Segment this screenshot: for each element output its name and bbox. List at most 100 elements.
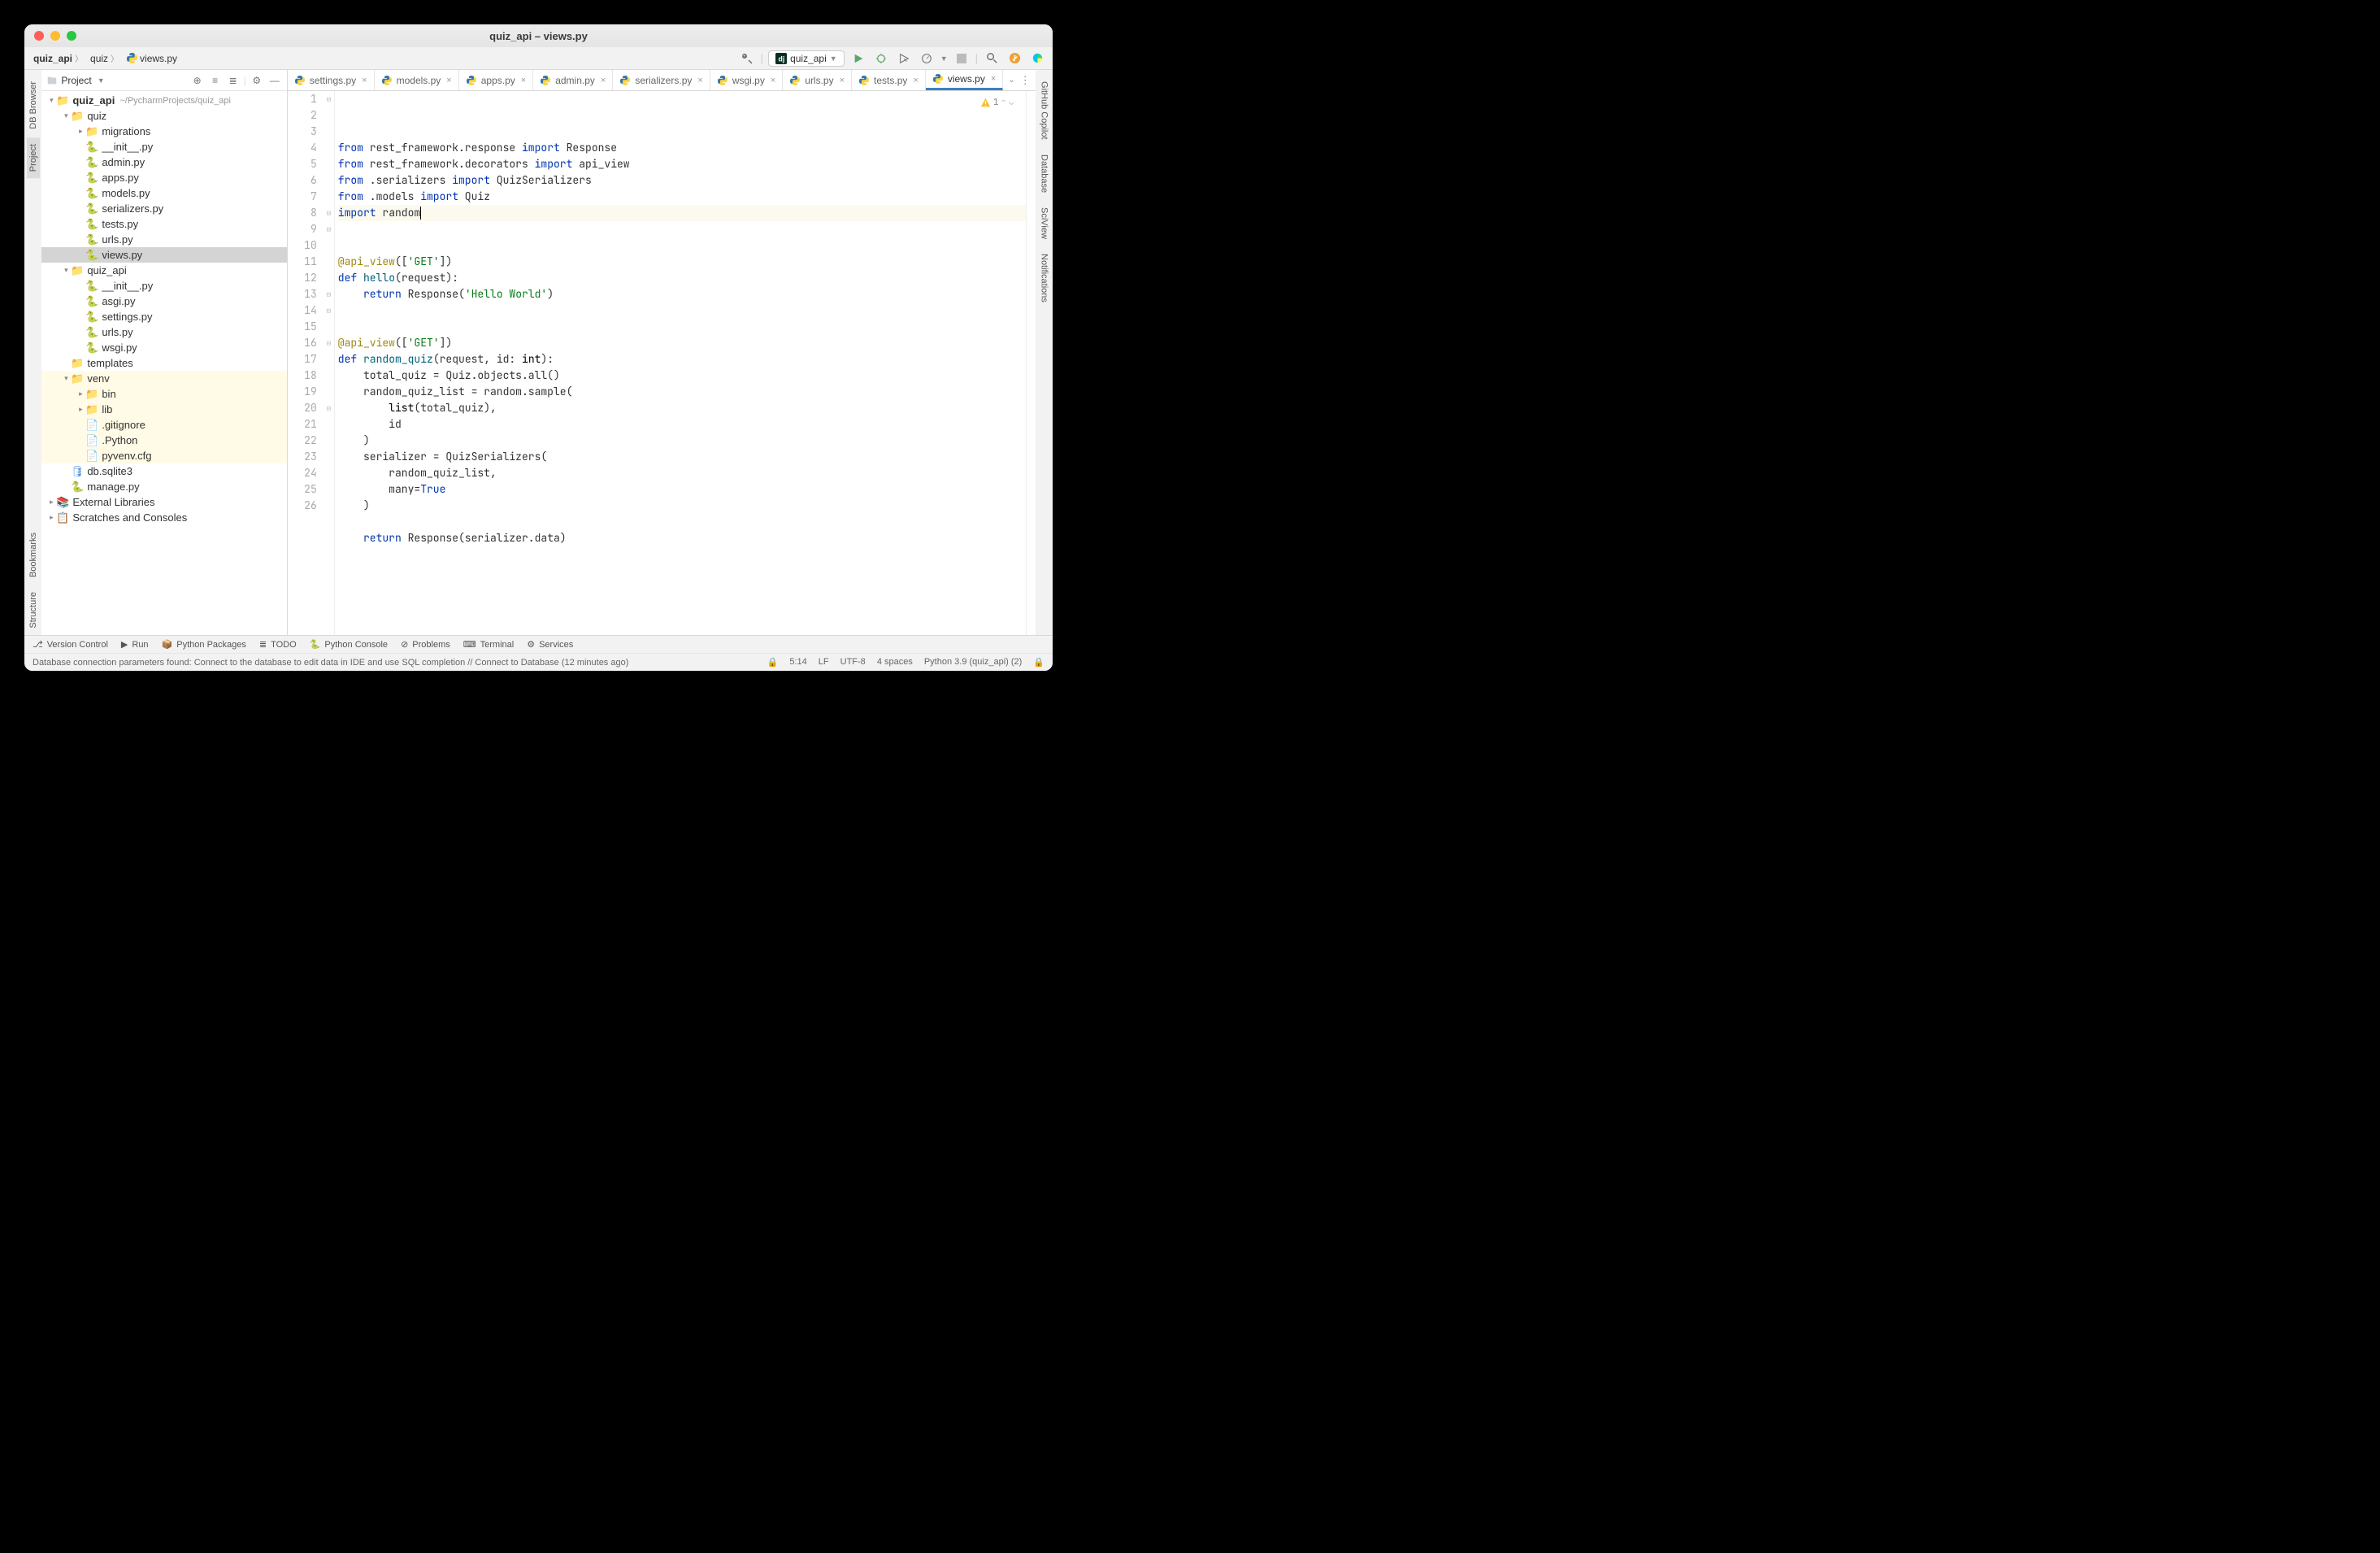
close-tab-icon[interactable]: × bbox=[697, 76, 702, 85]
tool-db-browser[interactable]: DB Browser bbox=[27, 75, 40, 136]
project-tree[interactable]: ▾📁quiz_api~/PycharmProjects/quiz_api ▾📁q… bbox=[41, 91, 286, 635]
code-line[interactable]: random_quiz_list, bbox=[338, 465, 1026, 481]
bottom-tool-services[interactable]: ⚙Services bbox=[527, 639, 573, 650]
editor-tab[interactable]: admin.py× bbox=[533, 70, 613, 90]
tree-root[interactable]: ▾📁quiz_api~/PycharmProjects/quiz_api bbox=[41, 93, 286, 108]
tool-sciview[interactable]: SciView bbox=[1037, 201, 1050, 246]
editor-tab[interactable]: wsgi.py× bbox=[710, 70, 783, 90]
tree-file[interactable]: 🐍__init__.py bbox=[41, 139, 286, 154]
tab-options-icon[interactable]: ⋮ bbox=[1020, 74, 1031, 87]
tree-file[interactable]: 📄.Python bbox=[41, 433, 286, 448]
settings-icon[interactable]: ⚙ bbox=[250, 73, 264, 88]
editor-tab[interactable]: tests.py× bbox=[852, 70, 926, 90]
code-line[interactable]: random_quiz_list = random.sample( bbox=[338, 384, 1026, 400]
close-tab-icon[interactable]: × bbox=[991, 74, 996, 84]
code-line[interactable]: from .serializers import QuizSerializers bbox=[338, 172, 1026, 189]
profile-button[interactable] bbox=[918, 50, 936, 67]
tree-file[interactable]: 🐍apps.py bbox=[41, 170, 286, 185]
tool-structure[interactable]: Structure bbox=[27, 585, 40, 635]
status-indent[interactable]: 4 spaces bbox=[877, 657, 913, 668]
editor-tab[interactable]: serializers.py× bbox=[613, 70, 710, 90]
code-body[interactable]: 1 ⌃ ⌄ from rest_framework.response impor… bbox=[335, 91, 1026, 635]
close-tab-icon[interactable]: × bbox=[521, 76, 526, 85]
code-line[interactable] bbox=[338, 221, 1026, 237]
tool-bookmarks[interactable]: Bookmarks bbox=[27, 526, 40, 584]
run-button[interactable] bbox=[849, 50, 867, 67]
search-everywhere-button[interactable] bbox=[983, 50, 1001, 67]
breadcrumb-folder[interactable]: quiz〉 bbox=[88, 50, 121, 66]
code-line[interactable] bbox=[338, 546, 1026, 563]
window-close-button[interactable] bbox=[34, 31, 44, 41]
editor-tab[interactable]: urls.py× bbox=[783, 70, 852, 90]
add-config-icon[interactable]: + bbox=[738, 50, 756, 67]
close-tab-icon[interactable]: × bbox=[446, 76, 451, 85]
fold-gutter[interactable]: ⊟⊟⊟⊟⊟⊟⊟ bbox=[324, 91, 335, 635]
editor-tab[interactable]: views.py× bbox=[926, 70, 1003, 90]
tree-file-views[interactable]: 🐍views.py bbox=[41, 247, 286, 263]
code-line[interactable] bbox=[338, 319, 1026, 335]
status-lock-icon[interactable]: 🔒 bbox=[1033, 657, 1045, 668]
tree-dir-migrations[interactable]: ▸📁migrations bbox=[41, 124, 286, 139]
code-line[interactable]: list(total_quiz), bbox=[338, 400, 1026, 416]
tree-file[interactable]: 🐍serializers.py bbox=[41, 201, 286, 216]
status-line-sep[interactable]: LF bbox=[819, 657, 829, 668]
editor-tab[interactable]: apps.py× bbox=[459, 70, 533, 90]
breadcrumb-file[interactable]: views.py bbox=[124, 51, 180, 66]
status-interpreter[interactable]: Python 3.9 (quiz_api) (2) bbox=[924, 657, 1022, 668]
bottom-tool-run[interactable]: ▶Run bbox=[121, 639, 149, 650]
inspection-badge[interactable]: 1 ⌃ ⌄ bbox=[980, 94, 1014, 111]
code-line[interactable] bbox=[338, 237, 1026, 254]
tree-file[interactable]: 📄pyvenv.cfg bbox=[41, 448, 286, 463]
tree-scratches[interactable]: ▸📋Scratches and Consoles bbox=[41, 510, 286, 525]
tree-dir-venv[interactable]: ▾📁venv bbox=[41, 371, 286, 386]
code-line[interactable]: from .models import Quiz bbox=[338, 189, 1026, 205]
code-line[interactable] bbox=[338, 514, 1026, 530]
expand-all-icon[interactable]: ≡ bbox=[208, 73, 223, 88]
close-tab-icon[interactable]: × bbox=[840, 76, 845, 85]
locate-file-icon[interactable]: ⊕ bbox=[190, 73, 205, 88]
code-line[interactable]: ) bbox=[338, 498, 1026, 514]
tree-file[interactable]: 📄.gitignore bbox=[41, 417, 286, 433]
tool-copilot[interactable]: GitHub Copilot bbox=[1037, 75, 1050, 146]
bottom-tool-version-control[interactable]: ⎇Version Control bbox=[33, 639, 108, 650]
coverage-button[interactable] bbox=[895, 50, 913, 67]
code-line[interactable]: def random_quiz(request, id: int): bbox=[338, 351, 1026, 368]
code-line[interactable]: many=True bbox=[338, 481, 1026, 498]
tree-dir-templates[interactable]: 📁templates bbox=[41, 355, 286, 371]
updates-button[interactable] bbox=[1005, 50, 1023, 67]
code-line[interactable]: serializer = QuizSerializers( bbox=[338, 449, 1026, 465]
tool-project[interactable]: Project bbox=[27, 137, 40, 178]
close-tab-icon[interactable]: × bbox=[771, 76, 775, 85]
code-line[interactable]: return Response(serializer.data) bbox=[338, 530, 1026, 546]
editor-tab[interactable]: models.py× bbox=[375, 70, 459, 90]
error-stripe[interactable] bbox=[1026, 91, 1036, 635]
status-caret-pos[interactable]: 5:14 bbox=[789, 657, 806, 668]
window-minimize-button[interactable] bbox=[50, 31, 60, 41]
close-tab-icon[interactable]: × bbox=[362, 76, 367, 85]
tool-notifications[interactable]: Notifications bbox=[1037, 247, 1050, 309]
bottom-tool-problems[interactable]: ⊘Problems bbox=[401, 639, 450, 650]
stop-button[interactable] bbox=[953, 50, 971, 67]
tree-file[interactable]: 🐍models.py bbox=[41, 185, 286, 201]
editor-tab[interactable]: settings.py× bbox=[288, 70, 375, 90]
window-maximize-button[interactable] bbox=[67, 31, 76, 41]
code-line[interactable]: ) bbox=[338, 433, 1026, 449]
tree-file[interactable]: 🐍tests.py bbox=[41, 216, 286, 232]
ide-features-icon[interactable] bbox=[1028, 50, 1046, 67]
tree-dir-quiz[interactable]: ▾📁quiz bbox=[41, 108, 286, 124]
hide-panel-icon[interactable]: — bbox=[267, 73, 282, 88]
tree-file[interactable]: 🐍asgi.py bbox=[41, 294, 286, 309]
code-line[interactable]: def hello(request): bbox=[338, 270, 1026, 286]
tree-file[interactable]: 🐍settings.py bbox=[41, 309, 286, 324]
code-line[interactable]: @api_view(['GET']) bbox=[338, 254, 1026, 270]
tree-file[interactable]: 🐍urls.py bbox=[41, 232, 286, 247]
tab-dropdown-icon[interactable]: ⌄ bbox=[1008, 76, 1014, 85]
collapse-all-icon[interactable]: ≣ bbox=[226, 73, 241, 88]
code-line[interactable]: total_quiz = Quiz.objects.all() bbox=[338, 368, 1026, 384]
bottom-tool-python-packages[interactable]: 📦Python Packages bbox=[162, 639, 246, 650]
code-line[interactable] bbox=[338, 302, 1026, 319]
tool-database[interactable]: Database bbox=[1037, 148, 1050, 199]
status-readonly-icon[interactable]: 🔒 bbox=[767, 657, 779, 668]
breadcrumb-root[interactable]: quiz_api〉 bbox=[31, 50, 85, 66]
status-message[interactable]: Database connection parameters found: Co… bbox=[33, 658, 628, 668]
